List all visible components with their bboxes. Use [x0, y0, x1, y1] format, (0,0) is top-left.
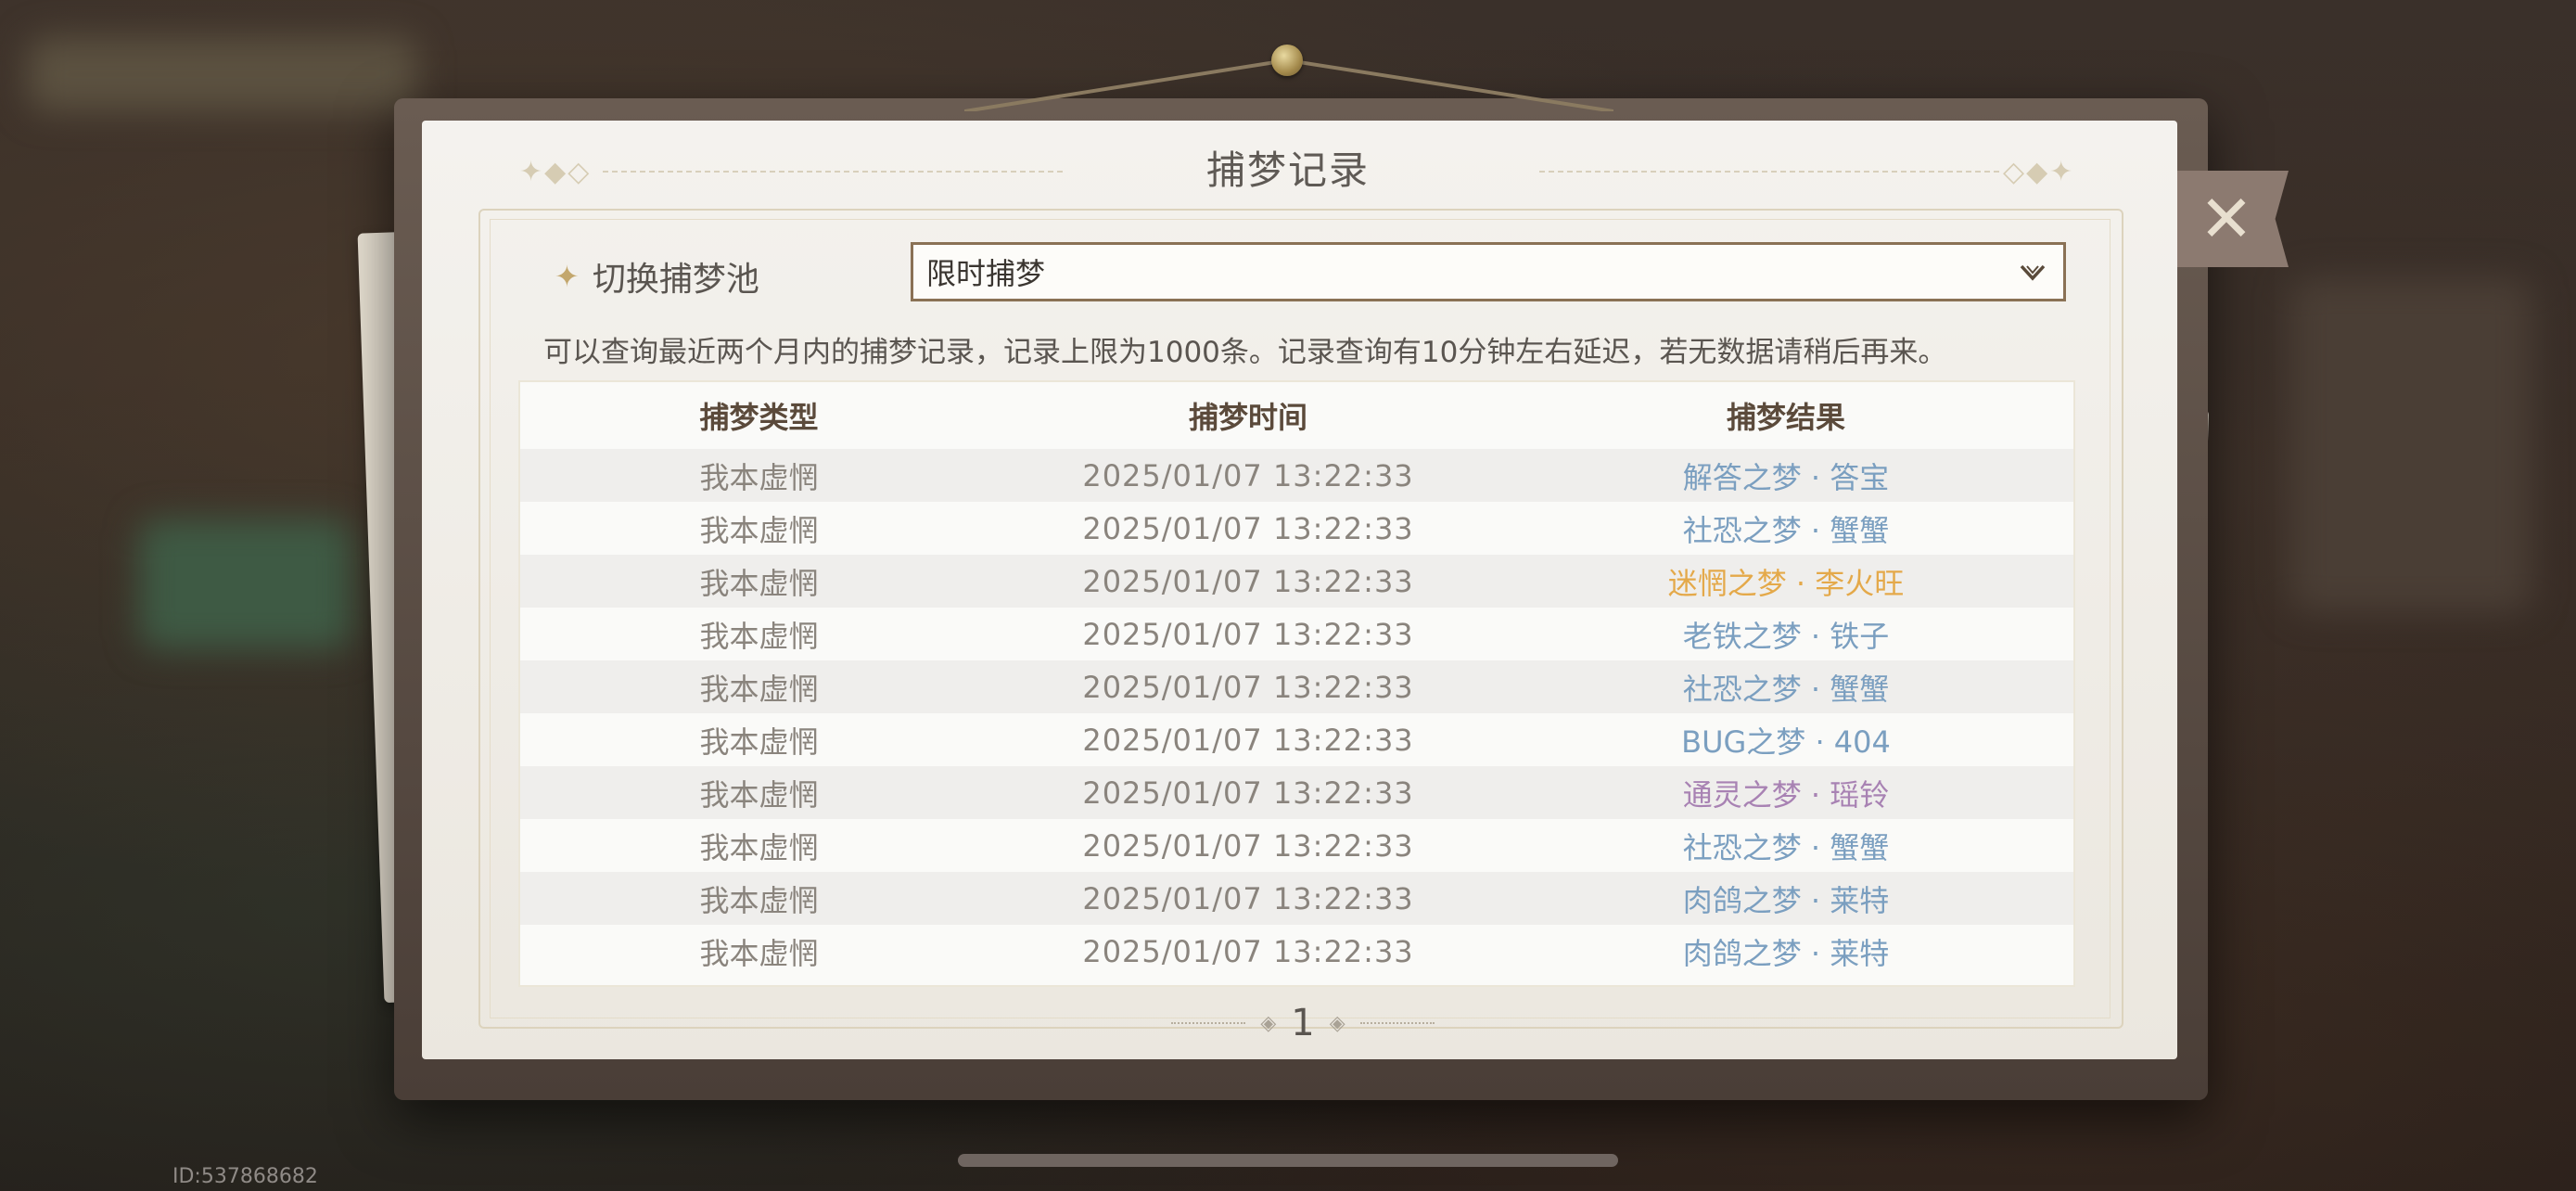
cell-type: 我本虚惘 [699, 882, 819, 918]
user-id: ID:537868682 [172, 1165, 318, 1188]
cell-type: 我本虚惘 [699, 724, 819, 760]
cell-type: 我本虚惘 [699, 671, 819, 707]
dialog-title: 捕梦记录 [1205, 147, 1370, 193]
cell-time: 2025/01/07 13:22:33 [1082, 563, 1414, 599]
bg-shape [28, 37, 417, 111]
pin-icon [1271, 45, 1303, 76]
cell-result: 社恐之梦 · 蟹蟹 [1682, 829, 1890, 865]
home-indicator[interactable] [958, 1154, 1618, 1167]
table-header: 捕梦类型 捕梦时间 捕梦结果 [520, 382, 2073, 449]
cell-time: 2025/01/07 13:22:33 [1082, 827, 1414, 864]
bg-shape [2290, 278, 2531, 612]
star-icon: ✦ [555, 259, 580, 294]
cell-result: 通灵之梦 · 瑶铃 [1682, 776, 1890, 813]
cell-result: 老铁之梦 · 铁子 [1682, 618, 1890, 654]
cell-result: 解答之梦 · 答宝 [1682, 459, 1890, 495]
cell-type: 我本虚惘 [699, 512, 819, 548]
cell-result: 社恐之梦 · 蟹蟹 [1682, 512, 1890, 548]
ornament-icon: ◇◆✦ [2003, 156, 2075, 188]
title-divider [603, 171, 1066, 173]
cell-type: 我本虚惘 [699, 565, 819, 601]
cell-type: 我本虚惘 [699, 829, 819, 865]
pager-divider [1171, 1022, 1246, 1024]
cell-time: 2025/01/07 13:22:33 [1082, 933, 1414, 969]
table-row: 我本虚惘 2025/01/07 13:22:33 解答之梦 · 答宝 [520, 449, 2073, 502]
cell-result: 肉鸽之梦 · 莱特 [1682, 935, 1890, 971]
cell-result: 迷惘之梦 · 李火旺 [1667, 565, 1905, 601]
close-button[interactable]: ✕ [2177, 171, 2289, 267]
pagination: ◈ 1 ◈ [1154, 1000, 1451, 1046]
cell-time: 2025/01/07 13:22:33 [1082, 616, 1414, 652]
cell-time: 2025/01/07 13:22:33 [1082, 880, 1414, 916]
record-table: 捕梦类型 捕梦时间 捕梦结果 我本虚惘 2025/01/07 13:22:33 解答… [520, 382, 2073, 985]
table-row: 我本虚惘 2025/01/07 13:22:33 通灵之梦 · 瑶铃 [520, 766, 2073, 819]
cell-result: BUG之梦 · 404 [1681, 724, 1891, 760]
table-body: 我本虚惘 2025/01/07 13:22:33 解答之梦 · 答宝 我本虚惘 2025… [520, 449, 2073, 978]
pool-select[interactable]: 限时捕梦 [911, 242, 2066, 301]
switch-pool-label: ✦ 切换捕梦池 [555, 252, 759, 301]
pool-select-value: 限时捕梦 [926, 256, 1046, 291]
table-row: 我本虚惘 2025/01/07 13:22:33 BUG之梦 · 404 [520, 713, 2073, 766]
col-header-time: 捕梦时间 [1188, 400, 1307, 435]
table-row: 我本虚惘 2025/01/07 13:22:33 老铁之梦 · 铁子 [520, 608, 2073, 660]
table-row: 我本虚惘 2025/01/07 13:22:33 社恐之梦 · 蟹蟹 [520, 819, 2073, 872]
table-row: 我本虚惘 2025/01/07 13:22:33 肉鸽之梦 · 莱特 [520, 872, 2073, 925]
diamond-icon: ◈ [1329, 1011, 1345, 1035]
cell-time: 2025/01/07 13:22:33 [1082, 457, 1414, 493]
chevron-down-icon [2020, 264, 2046, 281]
cell-time: 2025/01/07 13:22:33 [1082, 510, 1414, 546]
pager-divider [1359, 1022, 1435, 1024]
notice-text: 可以查询最近两个月内的捕梦记录，记录上限为1000条。记录查询有10分钟左右延迟… [543, 336, 1947, 369]
cell-time: 2025/01/07 13:22:33 [1082, 669, 1414, 705]
cell-time: 2025/01/07 13:22:33 [1082, 775, 1414, 811]
table-row: 我本虚惘 2025/01/07 13:22:33 社恐之梦 · 蟹蟹 [520, 502, 2073, 555]
switch-pool-text: 切换捕梦池 [592, 261, 759, 299]
cell-type: 我本虚惘 [699, 459, 819, 495]
cell-type: 我本虚惘 [699, 935, 819, 971]
col-header-result: 捕梦结果 [1726, 400, 1845, 435]
cell-time: 2025/01/07 13:22:33 [1082, 722, 1414, 758]
page-number[interactable]: 1 [1291, 1002, 1314, 1044]
title-divider [1539, 171, 2003, 173]
table-row: 我本虚惘 2025/01/07 13:22:33 肉鸽之梦 · 莱特 [520, 925, 2073, 978]
cell-result: 肉鸽之梦 · 莱特 [1682, 882, 1890, 918]
table-row: 我本虚惘 2025/01/07 13:22:33 社恐之梦 · 蟹蟹 [520, 660, 2073, 713]
bg-shape [139, 519, 352, 649]
cell-type: 我本虚惘 [699, 618, 819, 654]
ornament-icon: ✦◆◇ [519, 156, 592, 188]
cell-type: 我本虚惘 [699, 776, 819, 813]
col-header-type: 捕梦类型 [699, 400, 819, 435]
table-row: 我本虚惘 2025/01/07 13:22:33 迷惘之梦 · 李火旺 [520, 555, 2073, 608]
cell-result: 社恐之梦 · 蟹蟹 [1682, 671, 1890, 707]
diamond-icon: ◈ [1260, 1011, 1277, 1035]
close-icon: ✕ [2199, 181, 2254, 257]
